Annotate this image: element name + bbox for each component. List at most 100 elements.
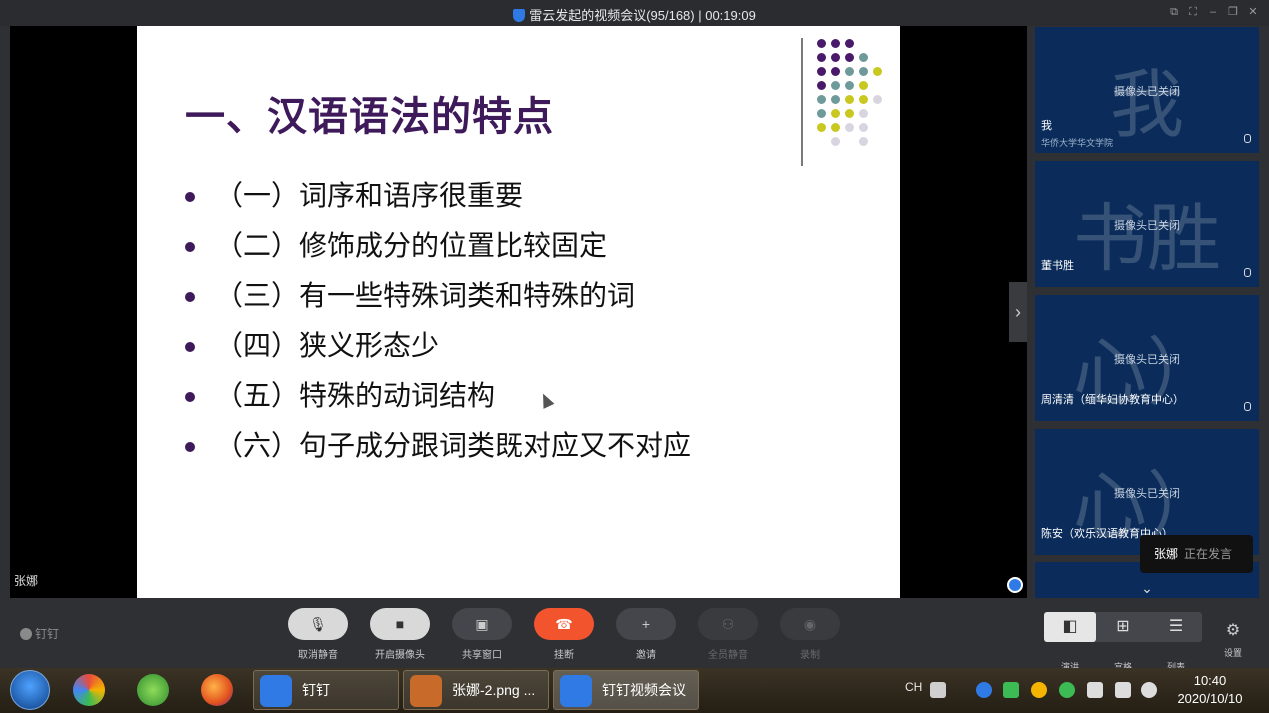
grid-layout-button[interactable]: ⊞	[1097, 612, 1149, 642]
share-window-label: 共享窗口	[462, 650, 502, 661]
mute-all-button[interactable]: ⚇ 全员静音	[698, 608, 758, 661]
dingtalk-icon	[260, 675, 292, 707]
decorative-dot	[831, 53, 840, 62]
fullscreen-icon[interactable]: ⛶	[1186, 5, 1200, 19]
slide-title: 一、汉语语法的特点	[185, 93, 554, 140]
speaker-layout-button[interactable]: ◧	[1044, 612, 1096, 642]
os-taskbar: 钉钉 张娜-2.png ... 钉钉视频会议 CH 10:40 2020/10/…	[0, 668, 1269, 713]
brand-name: 钉钉	[35, 627, 60, 641]
battery-icon[interactable]	[1087, 682, 1103, 698]
invite-label: 邀请	[636, 650, 656, 661]
speaking-status: 正在发言	[1184, 547, 1233, 561]
camera-off-icon: ■	[370, 608, 430, 640]
chat-bubble-icon[interactable]	[1007, 577, 1023, 593]
taskbar-item-image[interactable]: 张娜-2.png ...	[403, 670, 549, 710]
start-camera-button[interactable]: ■ 开启摄像头	[370, 608, 430, 661]
slide-bullet-list: （一）词序和语序很重要 （二）修饰成分的位置比较固定 （三）有一些特殊词类和特殊…	[185, 176, 691, 476]
minimize-button[interactable]: –	[1206, 5, 1220, 19]
system-clock[interactable]: 10:40 2020/10/10	[1160, 672, 1260, 708]
dingtalk-logo-icon	[20, 628, 32, 640]
wechat-icon[interactable]	[1059, 682, 1075, 698]
taskbar-item-label: 钉钉	[302, 682, 330, 698]
decorative-dot	[831, 39, 840, 48]
decorative-dot	[845, 67, 854, 76]
restore-button[interactable]: ❐	[1226, 5, 1240, 19]
decorative-dot	[831, 109, 840, 118]
pinwheel-app-icon[interactable]	[73, 674, 105, 706]
volume-icon[interactable]	[1141, 682, 1157, 698]
start-button[interactable]	[10, 670, 50, 710]
taskbar-item-dingtalk[interactable]: 钉钉	[253, 670, 399, 710]
decorative-dot	[859, 67, 868, 76]
slide-bullet: （三）有一些特殊词类和特殊的词	[185, 276, 691, 326]
record-icon: ◉	[780, 608, 840, 640]
slide-bullet: （二）修饰成分的位置比较固定	[185, 226, 691, 276]
paint-icon	[410, 675, 442, 707]
participant-name: 周清清（缅华妇协教育中心）	[1041, 394, 1184, 406]
firefox-icon[interactable]	[201, 674, 233, 706]
decorative-dot	[831, 95, 840, 104]
slide-bullet: （一）词序和语序很重要	[185, 176, 691, 226]
video-meeting-window: 雷云发起的视频会议(95/168) | 00:19:09 ⧉ ⛶ – ❐ ✕ 一…	[0, 0, 1269, 672]
decorative-dot	[845, 53, 854, 62]
window-title: 雷云发起的视频会议(95/168) | 00:19:09	[0, 5, 1269, 24]
plus-tray-icon[interactable]	[1031, 682, 1047, 698]
decorative-dot	[817, 53, 826, 62]
decorative-dot	[845, 95, 854, 104]
keyboard-icon[interactable]	[930, 682, 946, 698]
decorative-dot	[817, 67, 826, 76]
chevron-right-icon[interactable]: ›	[1009, 282, 1027, 342]
clock-time: 10:40	[1193, 673, 1227, 688]
unmute-button[interactable]: 🎙 取消静音	[288, 608, 348, 661]
close-button[interactable]: ✕	[1246, 5, 1260, 19]
stage-speaker-label: 张娜	[14, 574, 39, 588]
camera-status: 摄像头已关闭	[1114, 354, 1180, 366]
slide-bullet: （六）句子成分跟词类既对应又不对应	[185, 426, 691, 476]
taskbar-item-video-meeting[interactable]: 钉钉视频会议	[553, 670, 699, 710]
decorative-dot	[845, 109, 854, 118]
chevron-down-icon[interactable]: ⌄	[1135, 580, 1159, 596]
slide-divider	[801, 38, 803, 166]
browser-app-icon[interactable]	[137, 674, 169, 706]
clock-date: 2020/10/10	[1177, 691, 1243, 706]
participant-tile[interactable]: 心） 摄像头已关闭 周清清（缅华妇协教育中心）	[1035, 295, 1259, 421]
security-shield-tray-icon[interactable]	[1003, 682, 1019, 698]
settings-button[interactable]: ⚙ 设置	[1220, 620, 1246, 659]
hangup-button[interactable]: ☎ 挂断	[534, 608, 594, 661]
decorative-dot	[873, 67, 882, 76]
decorative-dot	[859, 81, 868, 90]
dingtalk-meeting-icon	[560, 675, 592, 707]
layout-switcher: ◧ ⊞ ☰ 演讲 宫格 列表	[1044, 612, 1202, 672]
record-label: 录制	[800, 650, 820, 661]
decorative-dot	[817, 81, 826, 90]
decorative-dot	[817, 109, 826, 118]
participant-tile[interactable]: 我 摄像头已关闭 我 华侨大学华文学院	[1035, 27, 1259, 153]
participant-tile[interactable]: 书胜 摄像头已关闭 董书胜	[1035, 161, 1259, 287]
invite-button[interactable]: + 邀请	[616, 608, 676, 661]
mic-muted-icon	[1244, 268, 1251, 277]
hangup-label: 挂断	[554, 650, 574, 661]
settings-label: 设置	[1223, 648, 1242, 658]
taskbar-item-label: 钉钉视频会议	[602, 682, 686, 698]
start-camera-label: 开启摄像头	[375, 650, 425, 661]
dingtalk-tray-icon[interactable]	[976, 682, 992, 698]
share-window-button[interactable]: ▣ 共享窗口	[452, 608, 512, 661]
popout-icon[interactable]: ⧉	[1167, 5, 1181, 19]
decorative-dot	[859, 123, 868, 132]
mic-muted-icon	[1244, 402, 1251, 411]
participant-org: 华侨大学华文学院	[1041, 138, 1114, 148]
title-bar: 雷云发起的视频会议(95/168) | 00:19:09 ⧉ ⛶ – ❐ ✕	[0, 0, 1269, 26]
decorative-dot	[817, 39, 826, 48]
decorative-dot	[859, 53, 868, 62]
camera-status: 摄像头已关闭	[1114, 488, 1180, 500]
decorative-dot	[831, 67, 840, 76]
record-button[interactable]: ◉ 录制	[780, 608, 840, 661]
list-layout-button[interactable]: ☰	[1150, 612, 1202, 642]
participant-name: 我	[1041, 120, 1052, 132]
decorative-dot	[845, 123, 854, 132]
gear-icon: ⚙	[1225, 622, 1241, 639]
network-icon[interactable]	[1115, 682, 1131, 698]
decorative-dot	[845, 81, 854, 90]
input-language[interactable]: CH	[905, 680, 922, 694]
decorative-dot	[859, 95, 868, 104]
